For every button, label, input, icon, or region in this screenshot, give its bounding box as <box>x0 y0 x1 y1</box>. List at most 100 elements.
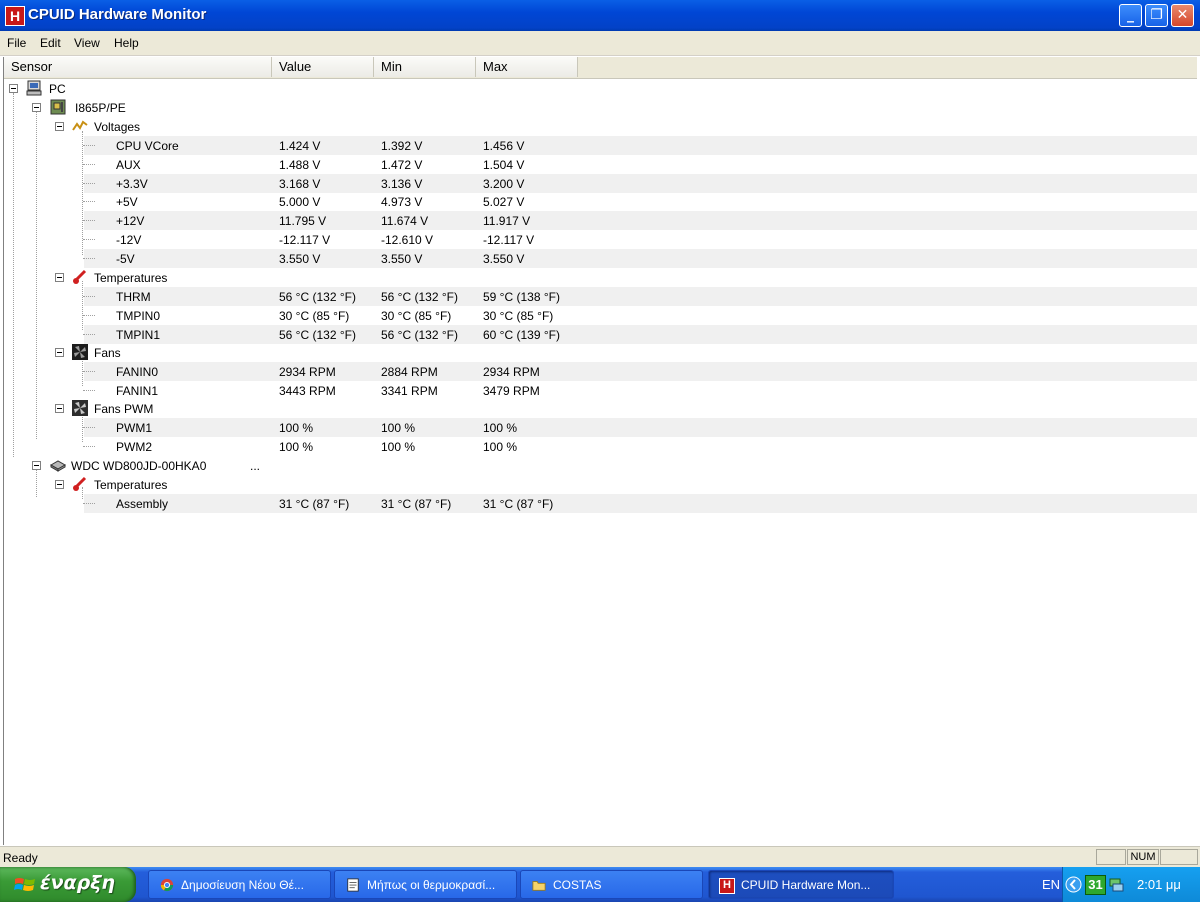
collapse-toggle[interactable] <box>55 122 64 131</box>
sensor-min: 3.136 V <box>381 176 423 191</box>
tree-node-fans-pwm[interactable]: Fans PWM <box>4 399 1197 418</box>
sensor-row[interactable]: FANIN1 3443 RPM 3341 RPM 3479 RPM <box>4 381 1197 400</box>
status-text: Ready <box>3 851 38 865</box>
tree-line <box>83 371 95 372</box>
collapse-toggle[interactable] <box>55 480 64 489</box>
sensor-name: TMPIN0 <box>116 308 161 323</box>
sensor-max: 59 °C (138 °F) <box>483 290 560 304</box>
sensor-row[interactable]: AUX 1.488 V 1.472 V 1.504 V <box>4 155 1197 174</box>
computer-icon <box>26 80 42 96</box>
task-label: Δημοσίευση Νέου Θέ... <box>181 878 304 892</box>
calendar-badge-icon[interactable]: 31 <box>1085 875 1106 895</box>
thermometer-icon <box>73 476 87 491</box>
sensor-name: -5V <box>116 251 135 266</box>
sensor-row[interactable]: PWM2 100 % 100 % 100 % <box>4 437 1197 456</box>
title-bar[interactable]: H CPUID Hardware Monitor _ ❐ ✕ <box>0 0 1200 31</box>
menu-view[interactable]: View <box>74 36 100 50</box>
sensor-row[interactable]: -5V 3.550 V 3.550 V 3.550 V <box>4 248 1197 268</box>
taskbar-item-chrome[interactable]: Δημοσίευση Νέου Θέ... <box>148 870 331 899</box>
sensor-value: 3.168 V <box>279 176 321 191</box>
node-label: Voltages <box>94 120 141 134</box>
menu-file[interactable]: File <box>7 36 26 50</box>
app-icon[interactable]: H <box>5 6 25 26</box>
sensor-value: 1.424 V <box>279 139 321 153</box>
sensor-min: 11.674 V <box>381 214 429 229</box>
start-label: έναρξη <box>40 872 115 894</box>
menu-edit[interactable]: Edit <box>40 36 61 50</box>
collapse-toggle[interactable] <box>9 84 18 93</box>
sensor-name: +5V <box>116 195 138 210</box>
sensor-row[interactable]: PWM1 100 % 100 % 100 % <box>4 418 1197 437</box>
status-bar: Ready NUM <box>0 846 1200 868</box>
sensor-max: 31 °C (87 °F) <box>483 497 554 511</box>
tree-node-voltages[interactable]: Voltages <box>4 117 1197 136</box>
sensor-row[interactable]: FANIN0 2934 RPM 2884 RPM 2934 RPM <box>4 362 1197 381</box>
sensor-name: -12V <box>116 233 142 247</box>
sensor-min: 30 °C (85 °F) <box>381 308 452 323</box>
task-label: CPUID Hardware Mon... <box>741 878 871 892</box>
row-background <box>84 287 1197 306</box>
clock[interactable]: 2:01 μμ <box>1137 877 1181 892</box>
chevron-left-icon[interactable] <box>1065 876 1082 893</box>
minimize-icon: _ <box>1127 7 1134 23</box>
sensor-list[interactable]: Sensor Value Min Max PC I865P/PE Voltage… <box>3 57 1197 845</box>
tree-node-pc[interactable]: PC <box>4 79 1197 98</box>
sensor-row[interactable]: CPU VCore 1.424 V 1.392 V 1.456 V <box>4 136 1197 155</box>
taskbar-item-document[interactable]: Μήπως οι θερμοκρασί... <box>334 870 517 899</box>
sensor-row[interactable]: +12V 11.795 V 11.674 V 11.917 V <box>4 211 1197 231</box>
sensor-max: 100 % <box>483 421 518 435</box>
tree-node-board[interactable]: I865P/PE <box>4 98 1197 117</box>
sensor-row[interactable]: TMPIN0 30 °C (85 °F) 30 °C (85 °F) 30 °C (8… <box>4 306 1197 325</box>
sensor-row[interactable]: Assembly 31 °C (87 °F) 31 °C (87 °F) 31 °C … <box>4 494 1197 513</box>
sensor-name: FANIN1 <box>116 383 159 398</box>
sensor-row[interactable]: TMPIN1 56 °C (132 °F) 56 °C (132 °F) 60 °C … <box>4 324 1197 344</box>
sensor-row[interactable]: +3.3V 3.168 V 3.136 V 3.200 V <box>4 173 1197 193</box>
taskbar-item-cpuid[interactable]: H CPUID Hardware Mon... <box>708 870 894 899</box>
column-max[interactable]: Max <box>476 57 578 77</box>
row-background <box>84 362 1197 381</box>
menu-help[interactable]: Help <box>114 36 139 50</box>
collapse-toggle[interactable] <box>32 461 41 470</box>
tree-line <box>83 257 95 259</box>
collapse-toggle[interactable] <box>55 273 64 282</box>
sensor-value: 56 °C (132 °F) <box>279 327 356 342</box>
sensor-name: +3.3V <box>116 176 148 191</box>
tree-node-fans[interactable]: Fans <box>4 343 1197 362</box>
sensor-min: 31 °C (87 °F) <box>381 497 452 511</box>
column-min[interactable]: Min <box>374 57 476 77</box>
taskbar: έναρξη Δημοσίευση Νέου Θέ... Μήπως οι θε… <box>0 867 1200 902</box>
sensor-row[interactable]: +5V 5.000 V 4.973 V 5.027 V <box>4 192 1197 211</box>
sensor-max: 100 % <box>483 439 518 454</box>
network-icon[interactable] <box>1108 876 1124 892</box>
taskbar-item-folder[interactable]: COSTAS <box>520 870 703 899</box>
tree-node-disk[interactable]: WDC WD800JD-00HKA0 ... <box>4 456 1197 475</box>
column-value[interactable]: Value <box>272 57 374 77</box>
tree-line <box>83 389 95 391</box>
sensor-name: PWM1 <box>116 421 152 435</box>
sensor-name: CPU VCore <box>116 139 179 153</box>
windows-logo-icon <box>14 878 35 891</box>
maximize-button[interactable]: ❐ <box>1145 4 1168 27</box>
sensor-name: Assembly <box>116 497 169 511</box>
sensor-min: 3341 RPM <box>381 383 438 398</box>
sensor-row[interactable]: -12V -12.117 V -12.610 V -12.117 V <box>4 230 1197 249</box>
column-sensor[interactable]: Sensor <box>4 57 272 77</box>
collapse-toggle[interactable] <box>55 348 64 357</box>
sensor-value: 30 °C (85 °F) <box>279 308 350 323</box>
language-indicator[interactable]: EN <box>1042 877 1060 892</box>
collapse-toggle[interactable] <box>55 404 64 413</box>
tree-line <box>83 296 95 297</box>
tree-node-temperatures[interactable]: Temperatures <box>4 268 1197 287</box>
num-lock-indicator: NUM <box>1127 849 1159 865</box>
menu-bar: File Edit View Help <box>0 31 1200 56</box>
sensor-row[interactable]: THRM 56 °C (132 °F) 56 °C (132 °F) 59 °C (1… <box>4 287 1197 306</box>
sensor-value: 5.000 V <box>279 195 321 210</box>
close-button[interactable]: ✕ <box>1171 4 1194 27</box>
minimize-button[interactable]: _ <box>1119 4 1142 27</box>
row-background <box>84 173 1197 193</box>
start-button[interactable]: έναρξη <box>0 867 136 902</box>
collapse-toggle[interactable] <box>32 103 41 112</box>
thermometer-icon <box>73 269 87 284</box>
tree-node-disk-temperatures[interactable]: Temperatures <box>4 475 1197 494</box>
sensor-max: 2934 RPM <box>483 365 540 379</box>
